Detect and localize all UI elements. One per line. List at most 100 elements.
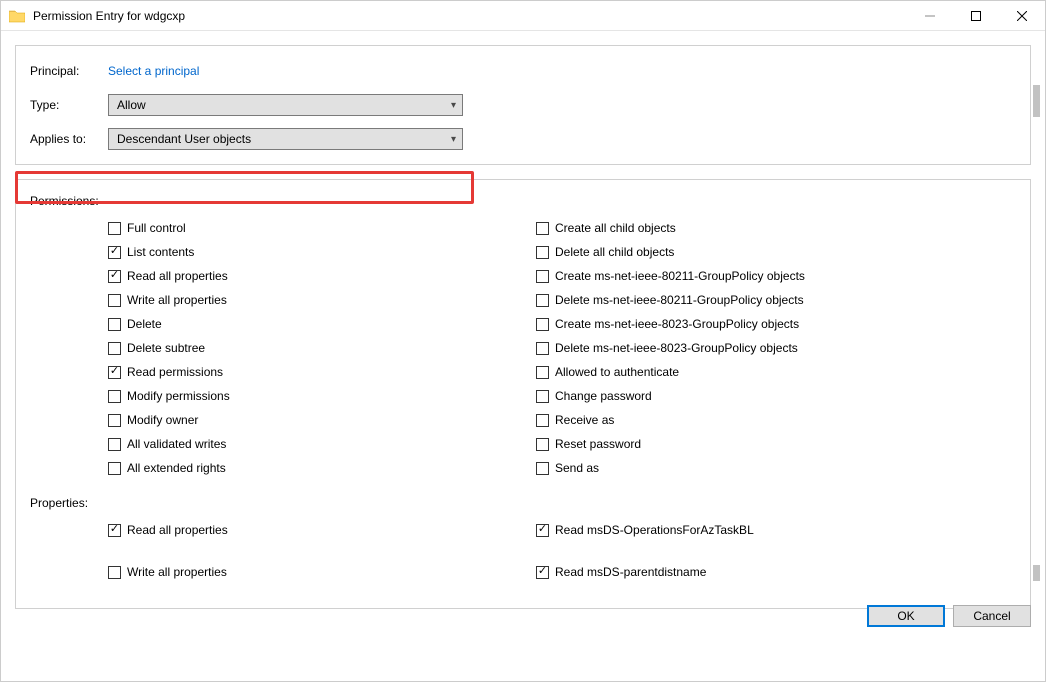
content-area: Principal: Select a principal Type: Allo…: [1, 31, 1045, 637]
checkbox-row: Read all properties: [108, 518, 536, 542]
checkbox[interactable]: [108, 390, 121, 403]
scrollbar-thumb-bottom[interactable]: [1033, 565, 1040, 581]
checkbox[interactable]: [108, 270, 121, 283]
properties-col-left: Read all properties Write all properties: [108, 518, 536, 584]
checkbox[interactable]: [536, 366, 549, 379]
checkbox-label: Modify permissions: [127, 389, 230, 403]
checkbox[interactable]: [536, 318, 549, 331]
checkbox-label: Create ms-net-ieee-8023-GroupPolicy obje…: [555, 317, 799, 331]
checkbox[interactable]: [536, 524, 549, 537]
checkbox[interactable]: [536, 462, 549, 475]
checkbox[interactable]: [108, 366, 121, 379]
checkbox[interactable]: [108, 524, 121, 537]
checkbox-row: Write all properties: [108, 560, 536, 584]
checkbox[interactable]: [108, 462, 121, 475]
checkbox[interactable]: [108, 566, 121, 579]
checkbox-label: Read all properties: [127, 523, 228, 537]
principal-label: Principal:: [30, 64, 108, 78]
checkbox-label: Read msDS-parentdistname: [555, 565, 706, 579]
checkbox[interactable]: [536, 270, 549, 283]
checkbox-label: Create all child objects: [555, 221, 676, 235]
checkbox-row: Create all child objects: [536, 216, 964, 240]
checkbox-row: Receive as: [536, 408, 964, 432]
minimize-button[interactable]: [907, 1, 953, 31]
checkbox-row: All validated writes: [108, 432, 536, 456]
checkbox-label: Delete: [127, 317, 162, 331]
checkbox-row: All extended rights: [108, 456, 536, 480]
principal-row: Principal: Select a principal: [30, 60, 1016, 82]
window-title: Permission Entry for wdgcxp: [33, 9, 907, 23]
cancel-button[interactable]: Cancel: [953, 605, 1031, 627]
checkbox[interactable]: [536, 342, 549, 355]
checkbox-label: Delete ms-net-ieee-8023-GroupPolicy obje…: [555, 341, 798, 355]
checkbox-label: All validated writes: [127, 437, 226, 451]
footer-buttons: OK Cancel: [867, 605, 1031, 627]
applies-to-dropdown[interactable]: Descendant User objects ▾: [108, 128, 463, 150]
checkbox[interactable]: [536, 414, 549, 427]
checkbox-label: Change password: [555, 389, 652, 403]
checkbox-label: Delete all child objects: [555, 245, 674, 259]
checkbox-label: Delete ms-net-ieee-80211-GroupPolicy obj…: [555, 293, 804, 307]
close-button[interactable]: [999, 1, 1045, 31]
checkbox-label: Full control: [127, 221, 186, 235]
checkbox-label: Write all properties: [127, 293, 227, 307]
checkbox[interactable]: [536, 246, 549, 259]
checkbox[interactable]: [108, 318, 121, 331]
checkbox-row: Create ms-net-ieee-8023-GroupPolicy obje…: [536, 312, 964, 336]
permissions-col-left: Full control List contents Read all proper…: [108, 216, 536, 480]
checkbox-row: Read msDS-parentdistname: [536, 560, 964, 584]
properties-heading: Properties:: [30, 496, 1016, 510]
type-row: Type: Allow ▾: [30, 94, 1016, 116]
checkbox[interactable]: [536, 566, 549, 579]
checkbox-label: Receive as: [555, 413, 614, 427]
checkbox[interactable]: [536, 438, 549, 451]
type-dropdown[interactable]: Allow ▾: [108, 94, 463, 116]
checkbox[interactable]: [108, 414, 121, 427]
checkbox-row: Change password: [536, 384, 964, 408]
checkbox[interactable]: [108, 438, 121, 451]
checkbox-label: Reset password: [555, 437, 641, 451]
checkbox[interactable]: [108, 246, 121, 259]
ok-button[interactable]: OK: [867, 605, 945, 627]
principal-panel: Principal: Select a principal Type: Allo…: [15, 45, 1031, 165]
checkbox-label: All extended rights: [127, 461, 226, 475]
checkbox-label: Read permissions: [127, 365, 223, 379]
permissions-heading: Permissions:: [30, 194, 1016, 208]
checkbox-row: Read all properties: [108, 264, 536, 288]
checkbox-row: Create ms-net-ieee-80211-GroupPolicy obj…: [536, 264, 964, 288]
properties-col-right: Read msDS-OperationsForAzTaskBL Read msDS…: [536, 518, 964, 584]
folder-icon: [9, 9, 25, 23]
checkbox-row: Delete: [108, 312, 536, 336]
maximize-button[interactable]: [953, 1, 999, 31]
checkbox[interactable]: [536, 222, 549, 235]
scrollbar[interactable]: [1028, 77, 1044, 589]
checkbox-label: Write all properties: [127, 565, 227, 579]
checkbox-row: Full control: [108, 216, 536, 240]
checkbox-label: Delete subtree: [127, 341, 205, 355]
checkbox-row: Delete ms-net-ieee-80211-GroupPolicy obj…: [536, 288, 964, 312]
checkbox-label: Modify owner: [127, 413, 198, 427]
checkbox-row: Write all properties: [108, 288, 536, 312]
checkbox-row: Allowed to authenticate: [536, 360, 964, 384]
permissions-col-right: Create all child objects Delete all child…: [536, 216, 964, 480]
checkbox[interactable]: [536, 390, 549, 403]
checkbox[interactable]: [108, 294, 121, 307]
checkbox-label: Send as: [555, 461, 599, 475]
checkbox[interactable]: [108, 342, 121, 355]
checkbox-row: Modify owner: [108, 408, 536, 432]
checkbox-row: Send as: [536, 456, 964, 480]
checkbox[interactable]: [108, 222, 121, 235]
checkbox-label: Allowed to authenticate: [555, 365, 679, 379]
checkbox[interactable]: [536, 294, 549, 307]
scrollbar-thumb-top[interactable]: [1033, 85, 1040, 117]
applies-to-label: Applies to:: [30, 132, 108, 146]
permissions-panel: Permissions: Full control List contents Re…: [15, 179, 1031, 609]
checkbox-label: Read all properties: [127, 269, 228, 283]
checkbox-label: Read msDS-OperationsForAzTaskBL: [555, 523, 754, 537]
chevron-down-icon: ▾: [451, 134, 456, 145]
select-principal-link[interactable]: Select a principal: [108, 64, 199, 78]
checkbox-row: Read permissions: [108, 360, 536, 384]
checkbox-row: Read msDS-OperationsForAzTaskBL: [536, 518, 964, 542]
checkbox-row: Delete ms-net-ieee-8023-GroupPolicy obje…: [536, 336, 964, 360]
checkbox-label: List contents: [127, 245, 194, 259]
